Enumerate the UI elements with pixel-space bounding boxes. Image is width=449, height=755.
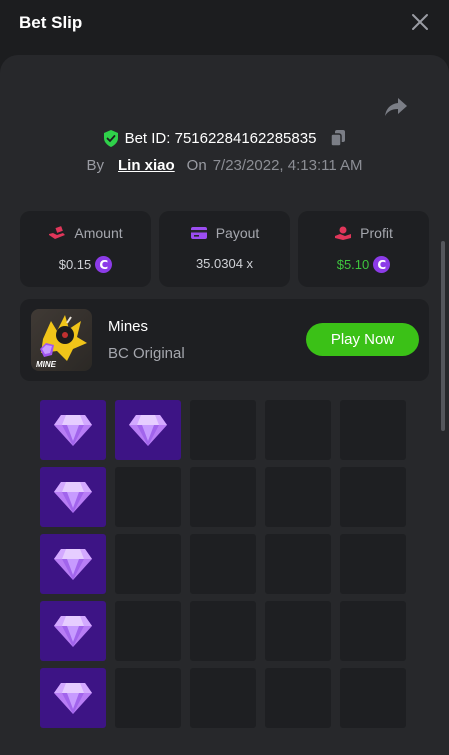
bet-author-row: By Lin xiao On 7/23/2022, 4:13:11 AM	[0, 154, 449, 176]
thumb-label: MINE	[36, 360, 57, 369]
grid-tile[interactable]	[265, 668, 331, 728]
mines-game-thumbnail[interactable]: MINE	[31, 309, 92, 371]
grid-tile[interactable]	[190, 400, 256, 460]
bet-date: 7/23/2022, 4:13:11 AM	[212, 156, 363, 174]
wallet-icon	[190, 227, 207, 239]
grid-tile[interactable]	[115, 534, 181, 594]
shield-check-icon	[103, 129, 118, 147]
grid-tile-gem[interactable]	[115, 400, 181, 460]
grid-tile-gem[interactable]	[40, 668, 106, 728]
grid-tile-gem[interactable]	[40, 534, 106, 594]
hand-money-icon	[49, 226, 66, 239]
grid-tile[interactable]	[115, 601, 181, 661]
amount-card: Amount $0.15 C	[20, 211, 151, 287]
diamond-icon	[54, 616, 92, 647]
game-name: Mines	[108, 318, 149, 335]
diamond-icon	[54, 683, 92, 714]
diamond-icon	[54, 482, 92, 513]
diamond-icon	[54, 549, 92, 580]
mines-artwork-icon: MINE	[36, 315, 87, 369]
profit-card: Profit $5.10 C	[298, 211, 429, 287]
profit-value-row: $5.10 C	[298, 256, 429, 273]
diamond-icon	[54, 415, 92, 446]
grid-tile[interactable]	[265, 601, 331, 661]
grid-tile[interactable]	[340, 467, 406, 527]
coin-icon: C	[373, 256, 391, 273]
payout-label: Payout	[215, 225, 260, 241]
grid-tile[interactable]	[340, 400, 406, 460]
mines-grid	[40, 400, 406, 728]
grid-tile[interactable]	[190, 467, 256, 527]
grid-tile-gem[interactable]	[40, 601, 106, 661]
grid-tile[interactable]	[265, 534, 331, 594]
scrollbar[interactable]	[441, 241, 445, 431]
game-card: MINE Mines BC Original Play Now	[20, 299, 429, 381]
bet-id: Bet ID: 75162284162285835	[124, 129, 317, 147]
close-icon[interactable]	[411, 13, 429, 31]
bet-slip-header: Bet Slip	[0, 0, 449, 48]
share-icon[interactable]	[384, 96, 408, 118]
grid-tile[interactable]	[265, 467, 331, 527]
grid-tile[interactable]	[340, 534, 406, 594]
grid-tile[interactable]	[265, 400, 331, 460]
coin-icon: C	[95, 256, 113, 273]
amount-value: $0.15	[58, 257, 92, 272]
game-provider: BC Original	[108, 345, 185, 362]
grid-tile[interactable]	[190, 601, 256, 661]
profit-value: $5.10	[336, 257, 370, 272]
grid-tile[interactable]	[190, 668, 256, 728]
grid-tile[interactable]	[190, 534, 256, 594]
grid-tile-gem[interactable]	[40, 400, 106, 460]
grid-tile[interactable]	[115, 668, 181, 728]
copy-icon[interactable]	[330, 129, 346, 147]
bet-id-row: Bet ID: 75162284162285835	[0, 126, 449, 150]
amount-label: Amount	[74, 225, 123, 241]
grid-tile[interactable]	[115, 467, 181, 527]
page-title: Bet Slip	[19, 13, 83, 32]
payout-card: Payout 35.0304 x	[159, 211, 290, 287]
by-label: By	[86, 156, 104, 174]
payout-value: 35.0304 x	[195, 256, 254, 271]
profit-hand-icon	[335, 226, 352, 240]
user-link[interactable]: Lin xiao	[118, 157, 175, 174]
grid-tile[interactable]	[340, 601, 406, 661]
grid-tile-gem[interactable]	[40, 467, 106, 527]
on-label: On	[186, 156, 207, 174]
profit-label: Profit	[360, 225, 393, 241]
play-now-button[interactable]: Play Now	[306, 323, 419, 356]
payout-value-row: 35.0304 x	[159, 256, 290, 271]
amount-value-row: $0.15 C	[20, 256, 151, 273]
grid-tile[interactable]	[340, 668, 406, 728]
diamond-icon	[129, 415, 167, 446]
